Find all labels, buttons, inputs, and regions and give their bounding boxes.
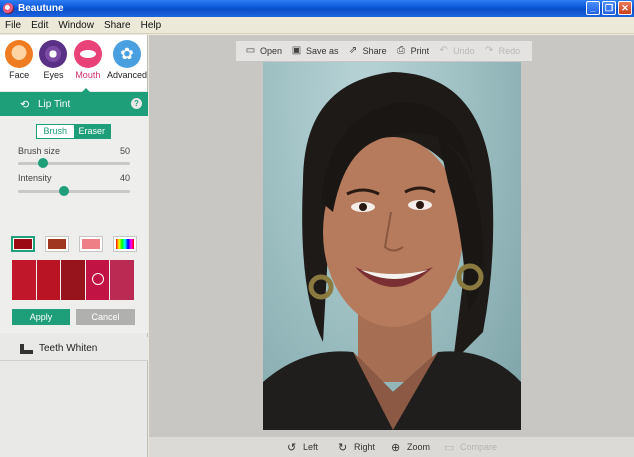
swatch-brown-red[interactable] (45, 236, 69, 252)
brush-size-handle[interactable] (38, 158, 49, 168)
brush-tab[interactable]: Brush (37, 125, 74, 138)
maximize-button[interactable]: ❐ (602, 1, 616, 15)
category-label: Eyes (43, 70, 64, 80)
category-label: Mouth (75, 70, 101, 80)
compare-icon: ▭ (444, 441, 455, 454)
print-button[interactable]: ⎙ Print (395, 45, 429, 57)
flower-icon (112, 40, 141, 68)
swatch-dark-red[interactable] (11, 236, 35, 252)
selected-ring-icon (91, 273, 104, 285)
lip-brush-icon: ⟲ (20, 98, 30, 111)
palette-color[interactable] (85, 260, 110, 300)
save-as-button[interactable]: ▣ Save as (290, 45, 339, 57)
print-icon: ⎙ (397, 45, 406, 56)
brush-size-value: 50 (119, 146, 130, 156)
intensity-value: 40 (119, 173, 130, 183)
category-face[interactable]: Face (4, 40, 34, 91)
teeth-whiten-label: Teeth Whiten (39, 343, 98, 354)
bottom-toolbar: ↺ Left ↻ Right ⊕ Zoom ▭ Compare (149, 437, 634, 457)
help-icon[interactable]: ? (131, 98, 142, 109)
rotate-left-button[interactable]: ↺ Left (287, 441, 318, 454)
color-swatches (11, 236, 137, 252)
cancel-button[interactable]: Cancel (76, 309, 135, 325)
teeth-whiten-item[interactable]: Teeth Whiten (0, 337, 148, 361)
title-bar: Beautune _ ❐ ✕ (0, 0, 634, 17)
menu-file[interactable]: File (0, 20, 26, 31)
color-palette (12, 260, 134, 300)
menu-window[interactable]: Window (53, 20, 99, 31)
swatch-pink[interactable] (79, 236, 103, 252)
lip-tint-header[interactable]: ⟲ Lip Tint ? (0, 92, 148, 116)
lip-tint-panel: Brush Eraser Brush size 50 Intensity 40 … (0, 116, 148, 333)
folder-icon: ▭ (245, 45, 256, 56)
eraser-tab[interactable]: Eraser (73, 125, 110, 138)
zoom-icon: ⊕ (391, 441, 401, 454)
top-toolbar: ▭ Open ▣ Save as ⇗ Share ⎙ Print ↶ Undo ↷ Redo (236, 41, 532, 61)
category-eyes[interactable]: Eyes (38, 40, 68, 91)
undo-button[interactable]: ↶ Undo (437, 45, 474, 57)
category-advanced[interactable]: Advanced (107, 40, 147, 91)
apply-button[interactable]: Apply (12, 309, 70, 325)
category-label: Face (9, 70, 30, 80)
intensity-handle[interactable] (58, 186, 69, 196)
redo-button[interactable]: ↷ Redo (483, 45, 520, 57)
menu-share[interactable]: Share (99, 20, 136, 31)
intensity-slider[interactable] (18, 186, 130, 196)
category-mouth[interactable]: Mouth (73, 40, 103, 91)
menu-edit[interactable]: Edit (26, 20, 53, 31)
zoom-button[interactable]: ⊕ Zoom (391, 441, 430, 454)
redo-icon: ↷ (484, 45, 494, 56)
rotate-left-icon: ↺ (287, 441, 297, 454)
menu-help[interactable]: Help (136, 20, 167, 31)
palette-color[interactable] (36, 260, 61, 300)
portrait-photo (263, 62, 521, 430)
palette-color[interactable] (61, 260, 85, 300)
left-panel: Face Eyes Mouth Advanced ⟲ Lip Tint ? Br… (0, 35, 148, 457)
share-icon: ⇗ (348, 45, 358, 56)
minimize-button[interactable]: _ (586, 1, 600, 15)
palette-color[interactable] (12, 260, 36, 300)
app-logo-icon (3, 3, 14, 14)
rotate-right-button[interactable]: ↻ Right (338, 441, 375, 454)
brush-size-label: Brush size (18, 146, 61, 156)
save-icon: ▣ (291, 45, 302, 56)
window-controls: _ ❐ ✕ (586, 1, 632, 15)
compare-button[interactable]: ▭ Compare (444, 441, 497, 454)
tooth-brush-icon (20, 343, 34, 355)
portrait-illustration (263, 72, 521, 430)
lip-tint-title: Lip Tint (38, 98, 71, 110)
rotate-right-icon: ↻ (338, 441, 348, 454)
window-title: Beautune (18, 3, 64, 14)
eye-icon (39, 40, 68, 68)
mode-toggle: Brush Eraser (36, 124, 111, 139)
category-label: Advanced (106, 70, 148, 80)
share-button[interactable]: ⇗ Share (347, 45, 387, 57)
brush-size-slider[interactable] (18, 158, 130, 168)
swatch-rainbow[interactable] (113, 236, 137, 252)
open-button[interactable]: ▭ Open (244, 45, 282, 57)
undo-icon: ↶ (439, 45, 448, 56)
lips-icon (73, 40, 102, 68)
close-button[interactable]: ✕ (618, 1, 632, 15)
intensity-label: Intensity (18, 173, 52, 183)
face-icon (5, 40, 34, 68)
menu-bar: File Edit Window Share Help (0, 17, 634, 34)
palette-color[interactable] (110, 260, 134, 300)
category-bar: Face Eyes Mouth Advanced (0, 35, 147, 91)
